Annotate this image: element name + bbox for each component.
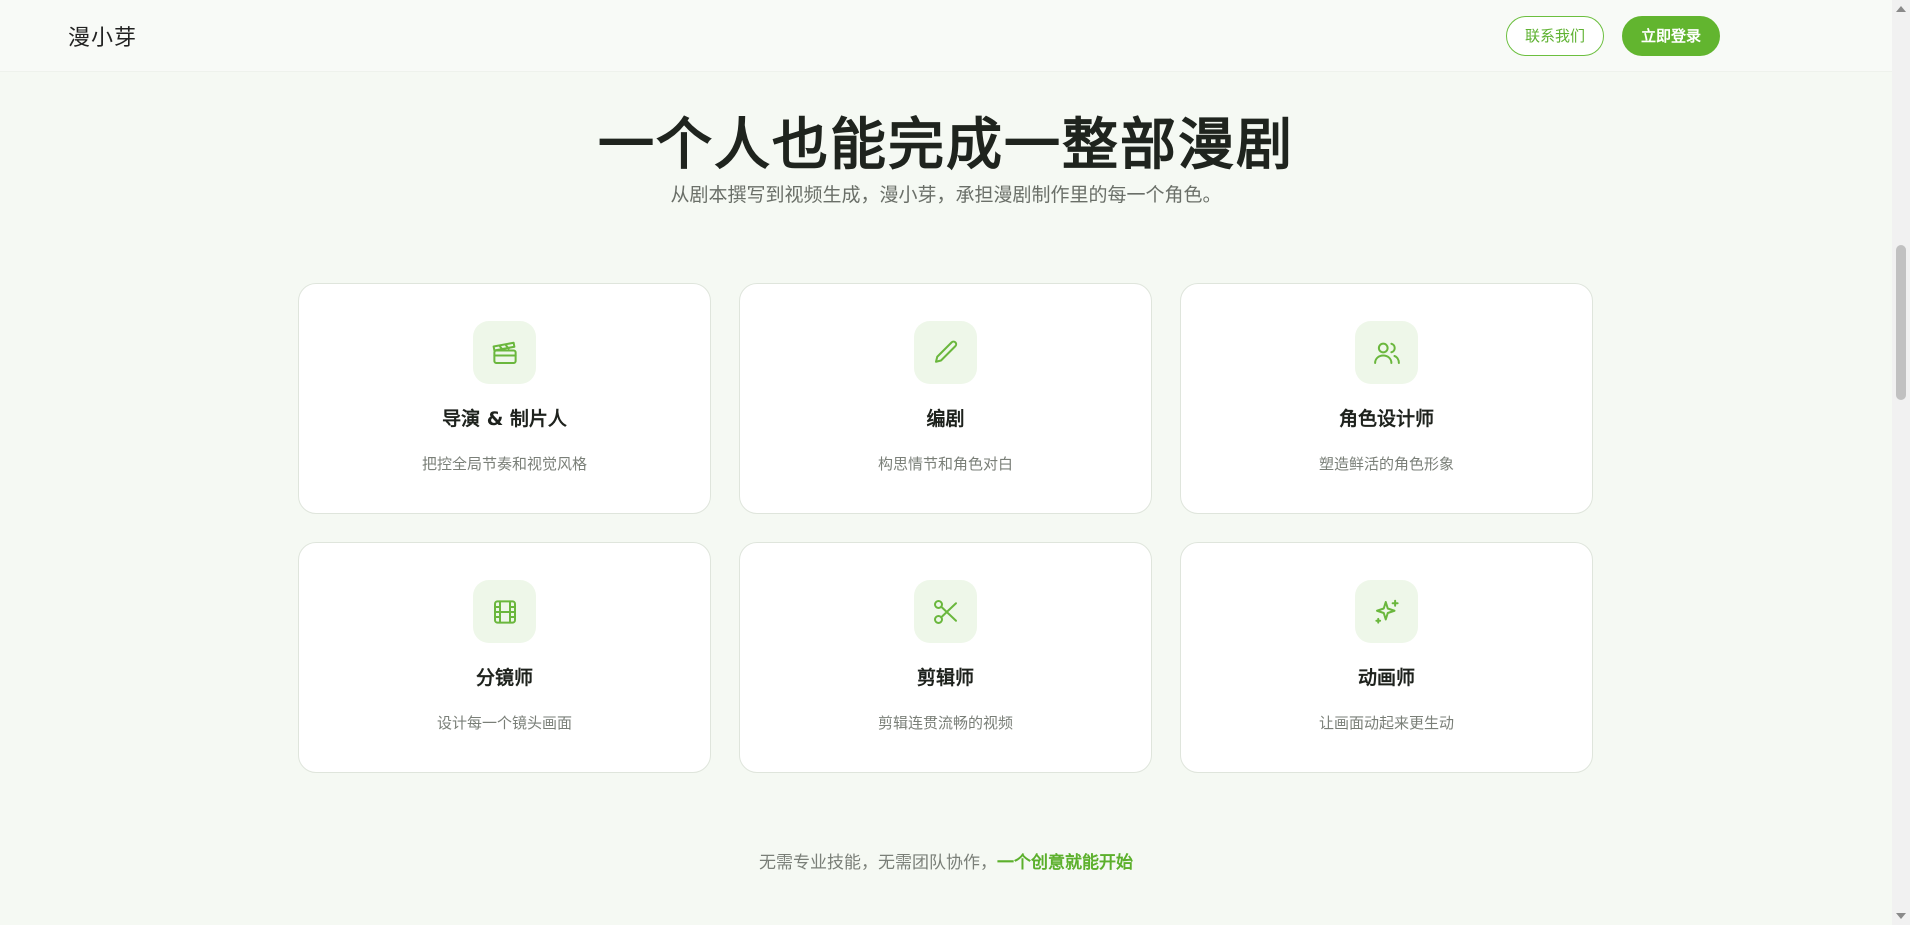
brand-logo[interactable]: 漫小芽 xyxy=(68,20,137,52)
film-icon xyxy=(473,580,536,643)
role-description: 塑造鲜活的角色形象 xyxy=(1318,455,1454,473)
login-button[interactable]: 立即登录 xyxy=(1621,15,1720,56)
role-title: 编剧 xyxy=(926,408,965,430)
page-scrollbar[interactable] xyxy=(1892,0,1910,925)
hero-title: 一个人也能完成一整部漫剧 xyxy=(598,113,1294,178)
clapperboard-icon xyxy=(473,321,536,384)
role-card-editor: 剪辑师 剪辑连贯流畅的视频 xyxy=(739,542,1152,773)
role-card-director: 导演 & 制片人 把控全局节奏和视觉风格 xyxy=(298,283,711,514)
footer-tagline: 无需专业技能，无需团队协作，一个创意就能开始 xyxy=(0,848,1892,873)
roles-grid: 导演 & 制片人 把控全局节奏和视觉风格 编剧 构思情节和角色对白 角色设计师 … xyxy=(298,283,1594,773)
footer-highlight: 一个创意就能开始 xyxy=(997,853,1133,873)
role-title: 剪辑师 xyxy=(916,667,974,689)
nav-actions: 联系我们 立即登录 xyxy=(1505,15,1720,56)
role-title: 动画师 xyxy=(1357,667,1415,689)
role-description: 把控全局节奏和视觉风格 xyxy=(421,455,587,473)
role-card-animator: 动画师 让画面动起来更生动 xyxy=(1180,542,1593,773)
role-title: 导演 & 制片人 xyxy=(442,408,567,430)
role-card-character-designer: 角色设计师 塑造鲜活的角色形象 xyxy=(1180,283,1593,514)
role-description: 设计每一个镜头画面 xyxy=(436,714,572,732)
scroll-up-arrow-icon[interactable] xyxy=(1896,6,1906,12)
scissors-icon xyxy=(914,580,977,643)
role-card-storyboard-artist: 分镜师 设计每一个镜头画面 xyxy=(298,542,711,773)
footer-text: 无需专业技能，无需团队协作， xyxy=(759,853,997,873)
contact-us-button[interactable]: 联系我们 xyxy=(1505,15,1604,56)
scroll-thumb[interactable] xyxy=(1896,245,1906,400)
hero-subtitle: 从剧本撰写到视频生成，漫小芽，承担漫剧制作里的每一个角色。 xyxy=(670,184,1222,206)
role-description: 剪辑连贯流畅的视频 xyxy=(877,714,1013,732)
top-nav: 漫小芽 联系我们 立即登录 xyxy=(0,0,1892,72)
role-description: 构思情节和角色对白 xyxy=(877,455,1013,473)
role-title: 角色设计师 xyxy=(1338,408,1434,430)
sparkles-icon xyxy=(1355,580,1418,643)
scroll-down-arrow-icon[interactable] xyxy=(1896,913,1906,919)
role-card-screenwriter: 编剧 构思情节和角色对白 xyxy=(739,283,1152,514)
pencil-icon xyxy=(914,321,977,384)
users-icon xyxy=(1355,321,1418,384)
role-description: 让画面动起来更生动 xyxy=(1318,714,1454,732)
role-title: 分镜师 xyxy=(475,667,533,689)
